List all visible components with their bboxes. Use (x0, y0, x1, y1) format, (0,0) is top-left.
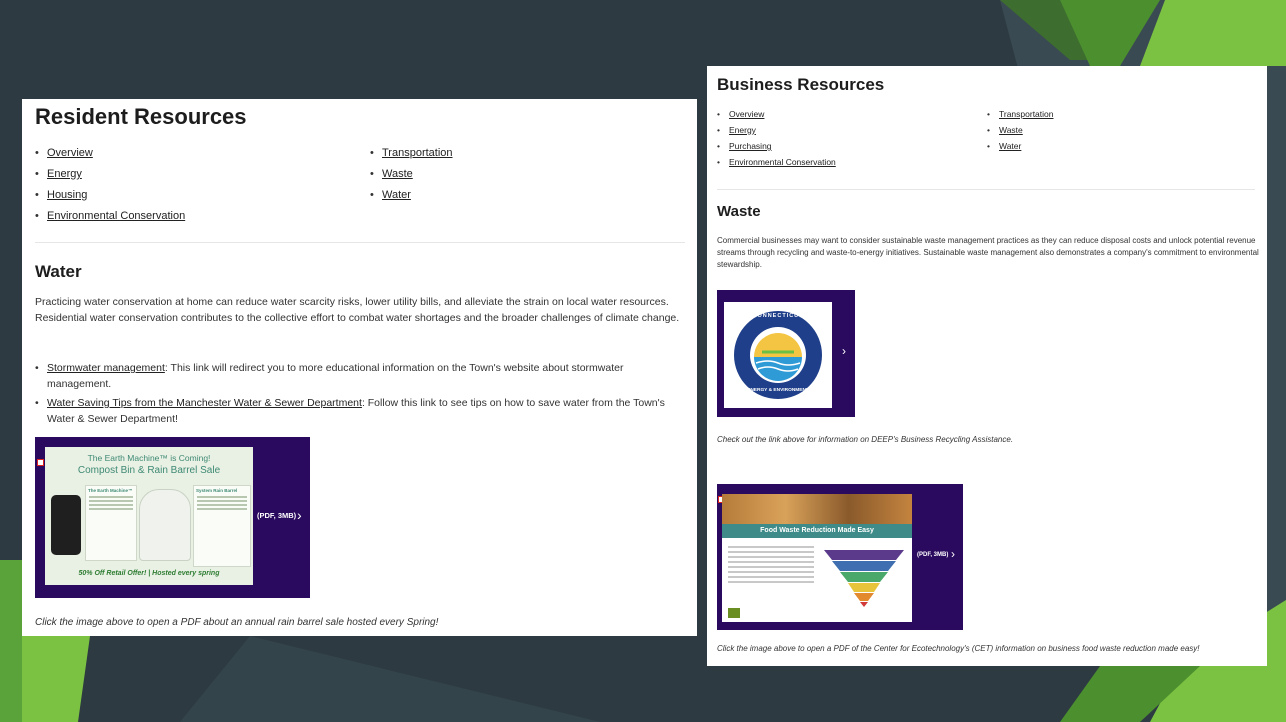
nav-link-waste[interactable]: Waste (382, 168, 413, 180)
pdf-label: (PDF, 3MB) (257, 511, 297, 520)
text-line (89, 504, 133, 506)
business-title: Business Resources (717, 75, 885, 94)
food-waste-caption: Click the image above to open a PDF of t… (717, 644, 1200, 653)
cet-logo (728, 608, 740, 618)
business-nav-col2: Transportation Waste Water (987, 108, 1054, 156)
text-line (728, 581, 814, 583)
nav-link-energy[interactable]: Energy (729, 125, 756, 135)
business-nav-col1: Overview Energy Purchasing Environmental… (717, 108, 836, 172)
text-line (89, 500, 133, 502)
nav-item-housing: Housing (35, 187, 185, 208)
water-links: Stormwater management: This link will re… (35, 360, 690, 430)
text-line (728, 551, 814, 553)
image-icon (37, 459, 44, 466)
text-line (197, 496, 247, 498)
chevron-right-icon[interactable]: › (297, 507, 302, 523)
nav-item-environmental-conservation: Environmental Conservation (717, 156, 836, 172)
nav-item-transportation: Transportation (987, 108, 1054, 124)
resident-resources-panel: Resident Resources Overview Energy Housi… (22, 99, 697, 636)
nav-item-waste: Waste (370, 166, 453, 187)
divider (717, 189, 1255, 190)
business-resources-panel: Business Resources Overview Energy Purch… (707, 66, 1267, 666)
text-line (89, 508, 133, 510)
nav-item-water: Water (370, 187, 453, 208)
text-line (728, 556, 814, 558)
text-line (728, 546, 814, 548)
nav-item-overview: Overview (717, 108, 836, 124)
link-item-water-saving: Water Saving Tips from the Manchester Wa… (35, 395, 690, 427)
resident-title: Resident Resources (35, 104, 247, 129)
divider (35, 242, 685, 243)
text-line (197, 508, 247, 510)
nav-link-overview[interactable]: Overview (729, 109, 764, 119)
water-saving-link[interactable]: Water Saving Tips from the Manchester Wa… (47, 397, 362, 409)
nav-link-purchasing[interactable]: Purchasing (729, 141, 772, 151)
text-line (728, 571, 814, 573)
nav-link-water[interactable]: Water (382, 189, 411, 201)
chevron-right-icon[interactable]: › (842, 344, 846, 358)
nav-item-energy: Energy (35, 166, 185, 187)
food-hierarchy-pyramid-icon (824, 550, 904, 607)
nav-link-transportation[interactable]: Transportation (999, 109, 1054, 119)
earth-machine-info: The Earth Machine™ (85, 485, 137, 561)
flyer-footer: 50% Off Retail Offer! | Hosted every spr… (78, 570, 220, 577)
logo-top-text: CONNECTICUT (752, 313, 804, 319)
nav-link-energy[interactable]: Energy (47, 168, 82, 180)
chevron-right-icon[interactable]: › (951, 547, 955, 561)
flyer-col2-title: System Rain Barrel (196, 488, 238, 493)
stormwater-link[interactable]: Stormwater management (47, 362, 165, 374)
flyer-headline: The Earth Machine™ is Coming! (87, 453, 211, 463)
food-banner: Food Waste Reduction Made Easy (722, 524, 912, 538)
nav-item-purchasing: Purchasing (717, 140, 836, 156)
section-title-waste: Waste (717, 203, 761, 220)
water-paragraph: Practicing water conservation at home ca… (35, 296, 680, 324)
logo-bottom-text: ENERGY & ENVIRONMENT (747, 388, 809, 393)
rain-barrel-info: System Rain Barrel (193, 485, 251, 567)
food-waste-carousel[interactable]: Food Waste Reduction Made Easy (PDF, 3MB… (717, 484, 963, 630)
compost-bin-image (51, 495, 81, 555)
text-line (728, 576, 814, 578)
nav-link-transportation[interactable]: Transportation (382, 147, 453, 159)
nav-link-environmental-conservation[interactable]: Environmental Conservation (47, 210, 185, 222)
text-line (728, 561, 814, 563)
nav-item-overview: Overview (35, 145, 185, 166)
deep-caption: Check out the link above for information… (717, 435, 1014, 444)
rain-barrel-caption: Click the image above to open a PDF abou… (35, 617, 439, 628)
nav-item-environmental-conservation: Environmental Conservation (35, 208, 185, 229)
rain-barrel-carousel[interactable]: The Earth Machine™ is Coming! Compost Bi… (35, 437, 310, 598)
nav-link-housing[interactable]: Housing (47, 189, 87, 201)
nav-link-water[interactable]: Water (999, 141, 1021, 151)
resident-nav-col2: Transportation Waste Water (370, 145, 453, 208)
resident-nav-col1: Overview Energy Housing Environmental Co… (35, 145, 185, 229)
flyer-col1-title: The Earth Machine™ (88, 488, 133, 493)
pdf-label: (PDF, 3MB) (917, 552, 949, 558)
section-title-water: Water (35, 262, 82, 281)
food-text-block (728, 546, 814, 586)
nav-item-waste: Waste (987, 124, 1054, 140)
deep-logo-carousel[interactable]: CONNECTICUT ENERGY & ENVIRONMENT › (717, 290, 855, 417)
nav-item-transportation: Transportation (370, 145, 453, 166)
waste-paragraph: Commercial businesses may want to consid… (717, 236, 1259, 269)
nav-link-waste[interactable]: Waste (999, 125, 1023, 135)
nav-item-water: Water (987, 140, 1054, 156)
text-line (197, 500, 247, 502)
flyer-subheadline: Compost Bin & Rain Barrel Sale (77, 465, 221, 476)
text-line (728, 566, 814, 568)
text-line (89, 496, 133, 498)
nav-item-energy: Energy (717, 124, 836, 140)
text-line (197, 504, 247, 506)
ct-energy-environment-logo[interactable]: CONNECTICUT ENERGY & ENVIRONMENT (724, 302, 832, 408)
rain-barrel-image (139, 489, 191, 561)
nav-link-overview[interactable]: Overview (47, 147, 93, 159)
rain-barrel-flyer-image[interactable]: The Earth Machine™ is Coming! Compost Bi… (45, 447, 253, 585)
link-item-stormwater: Stormwater management: This link will re… (35, 360, 690, 392)
nav-link-environmental-conservation[interactable]: Environmental Conservation (729, 157, 836, 167)
food-waste-pdf-image[interactable]: Food Waste Reduction Made Easy (722, 494, 912, 622)
